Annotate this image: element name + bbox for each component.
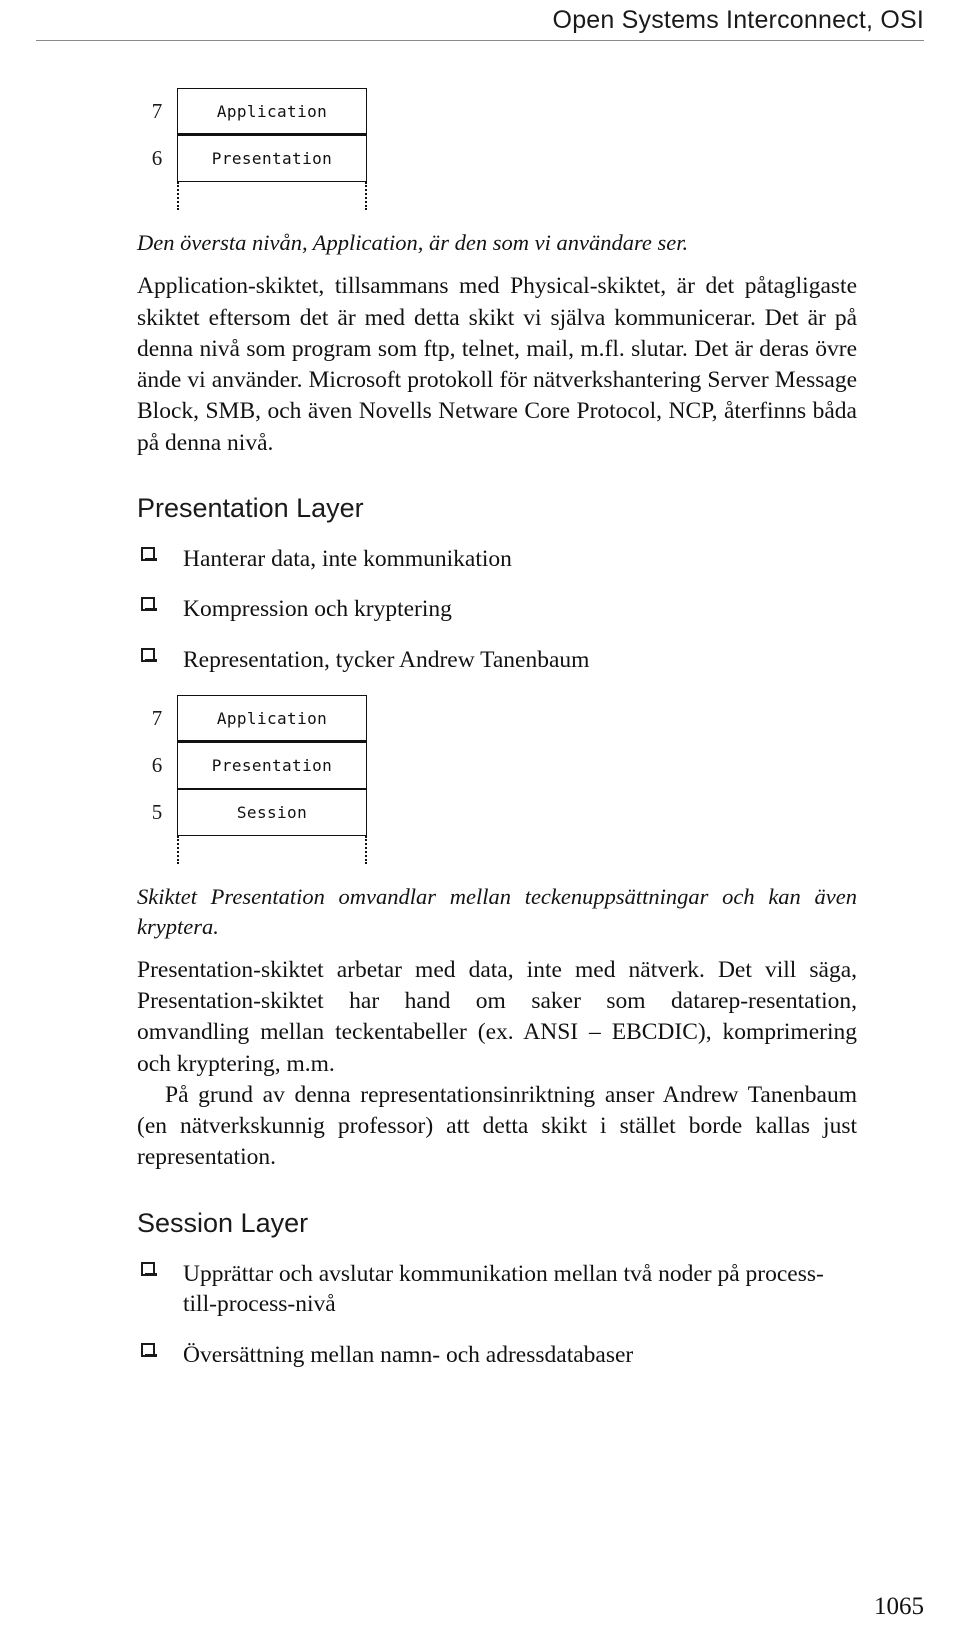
list-item: Kompression och kryptering <box>137 594 857 625</box>
list-item-label: Hanterar data, inte kommunikation <box>183 545 512 572</box>
osi-layer-row: 6 Presentation <box>137 135 367 182</box>
list-item: Representation, tycker Andrew Tanenbaum <box>137 645 857 676</box>
list-item: Hanterar data, inte kommunikation <box>137 544 857 575</box>
osi-layer-label: Session <box>177 789 367 837</box>
page-number: 1065 <box>874 1593 924 1620</box>
paragraph-application-layer: Application-skiktet, tillsammans med Phy… <box>137 273 857 456</box>
list-item-label: Kompression och kryptering <box>183 596 452 623</box>
osi-layer-row: 7 Application <box>137 88 367 135</box>
page-content: 7 Application 6 Presentation Den översta… <box>137 88 857 1390</box>
osi-layer-number: 6 <box>151 753 163 778</box>
list-item-label: Upprättar och avslutar kommunikation mel… <box>183 1260 824 1318</box>
osi-stack-continuation-dots <box>177 182 367 216</box>
heading-presentation-layer: Presentation Layer <box>137 492 364 523</box>
osi-layer-label: Presentation <box>177 135 367 182</box>
presentation-layer-bullet-list: Hanterar data, inte kommunikation Kompre… <box>137 544 857 676</box>
osi-layer-row: 6 Presentation <box>137 742 367 790</box>
osi-layer-label: Application <box>177 695 367 743</box>
list-item-label: Representation, tycker Andrew Tanenbaum <box>183 646 590 673</box>
header-title: Open Systems Interconnect, OSI <box>552 6 924 34</box>
osi-layer-label: Application <box>177 88 367 135</box>
list-item-label: Översättning mellan namn- och adressdata… <box>183 1341 634 1368</box>
list-item: Översättning mellan namn- och adressdata… <box>137 1340 857 1371</box>
square-bullet-icon <box>141 647 157 662</box>
square-bullet-icon <box>141 1261 157 1276</box>
osi-layer-number: 7 <box>151 706 163 731</box>
running-header: Open Systems Interconnect, OSI <box>36 6 924 54</box>
square-bullet-icon <box>141 1342 157 1357</box>
square-bullet-icon <box>141 546 157 561</box>
square-bullet-icon <box>141 597 157 612</box>
list-item: Upprättar och avslutar kommunikation mel… <box>137 1259 857 1320</box>
osi-stack-figure-2: 7 Application 6 Presentation 5 Session <box>137 695 367 870</box>
heading-session-layer: Session Layer <box>137 1207 309 1238</box>
osi-stack-continuation-dots <box>177 836 367 870</box>
paragraph-tanenbaum: På grund av denna representationsinriktn… <box>137 1081 857 1171</box>
session-layer-bullet-list: Upprättar och avslutar kommunikation mel… <box>137 1259 857 1371</box>
paragraph-presentation-layer: Presentation-skiktet arbetar med data, i… <box>137 956 857 1077</box>
figure-2-caption: Skiktet Presentation omvandlar mellan te… <box>137 884 857 939</box>
figure-1-caption: Den översta nivån, Application, är den s… <box>137 230 689 255</box>
osi-layer-number: 7 <box>151 99 163 123</box>
osi-layer-number: 6 <box>151 146 163 170</box>
osi-layer-row: 7 Application <box>137 695 367 743</box>
osi-stack-figure-1: 7 Application 6 Presentation <box>137 88 367 216</box>
osi-layer-row: 5 Session <box>137 789 367 837</box>
osi-layer-label: Presentation <box>177 742 367 790</box>
document-page: Open Systems Interconnect, OSI 7 Applica… <box>0 0 960 1639</box>
osi-layer-number: 5 <box>151 800 163 825</box>
header-rule <box>36 40 924 41</box>
